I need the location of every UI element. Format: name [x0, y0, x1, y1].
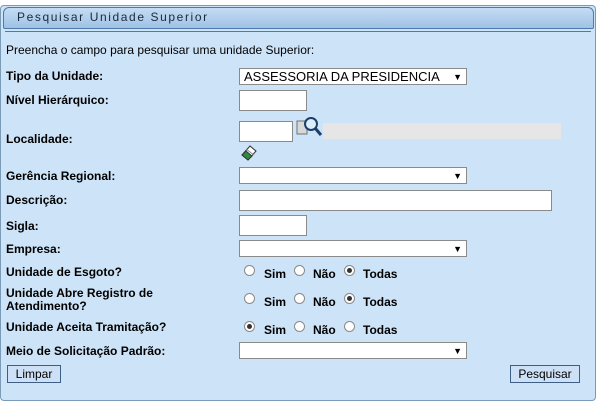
nivel-hierarquico-label: Nível Hierárquico: — [6, 93, 109, 107]
tramitacao-nao-label: Não — [313, 323, 336, 337]
esgoto-label: Unidade de Esgoto? — [6, 265, 123, 279]
localidade-label: Localidade: — [6, 132, 73, 146]
limpar-button[interactable]: Limpar — [7, 365, 61, 383]
esgoto-nao-label: Não — [313, 267, 336, 281]
registro-sim-label: Sim — [264, 295, 287, 309]
title-divider — [5, 31, 591, 32]
localidade-description — [323, 123, 561, 139]
chevron-down-icon: ▼ — [453, 171, 462, 181]
esgoto-todas-label: Todas — [363, 267, 398, 281]
localidade-input[interactable] — [239, 121, 293, 142]
gerencia-regional-label: Gerência Regional: — [6, 169, 116, 183]
tipo-unidade-value: ASSESSORIA DA PRESIDENCIA — [244, 69, 440, 84]
meio-solicitacao-label: Meio de Solicitação Padrão: — [6, 344, 166, 358]
empresa-label: Empresa: — [6, 242, 61, 256]
tramitacao-sim-label: Sim — [264, 323, 287, 337]
intro-text: Preencha o campo para pesquisar uma unid… — [6, 43, 315, 57]
registro-nao-radio[interactable] — [294, 293, 305, 304]
registro-sim-radio[interactable] — [244, 293, 255, 304]
sigla-input[interactable] — [239, 215, 307, 236]
descricao-label: Descrição: — [6, 193, 68, 207]
magnifier-icon[interactable] — [296, 116, 323, 138]
eraser-icon[interactable] — [240, 143, 258, 161]
pesquisar-button[interactable]: Pesquisar — [510, 365, 580, 383]
tramitacao-nao-radio[interactable] — [294, 321, 305, 332]
panel-title: Pesquisar Unidade Superior — [17, 10, 209, 24]
esgoto-sim-radio[interactable] — [244, 265, 255, 276]
esgoto-nao-radio[interactable] — [294, 265, 305, 276]
chevron-down-icon: ▼ — [453, 244, 462, 254]
panel-title-bar: Pesquisar Unidade Superior — [3, 7, 594, 33]
tipo-unidade-select[interactable]: ASSESSORIA DA PRESIDENCIA ▼ — [239, 68, 467, 85]
tramitacao-label: Unidade Aceita Tramitação? — [6, 320, 167, 334]
gerencia-regional-select[interactable]: ▼ — [239, 167, 467, 184]
registro-label-line1: Unidade Abre Registro de — [6, 286, 153, 300]
registro-nao-label: Não — [313, 295, 336, 309]
chevron-down-icon: ▼ — [453, 346, 462, 356]
tipo-unidade-label: Tipo da Unidade: — [6, 69, 104, 83]
chevron-down-icon: ▼ — [453, 72, 462, 82]
descricao-input[interactable] — [239, 190, 552, 211]
registro-todas-label: Todas — [363, 295, 398, 309]
sigla-label: Sigla: — [6, 219, 39, 233]
tramitacao-todas-radio[interactable] — [344, 321, 355, 332]
esgoto-sim-label: Sim — [264, 267, 287, 281]
nivel-hierarquico-input[interactable] — [239, 90, 307, 111]
registro-todas-radio[interactable] — [344, 293, 355, 304]
esgoto-todas-radio[interactable] — [344, 265, 355, 276]
registro-label-line2: Atendimento? — [6, 299, 87, 313]
meio-solicitacao-select[interactable]: ▼ — [239, 342, 467, 359]
tramitacao-todas-label: Todas — [363, 323, 398, 337]
empresa-select[interactable]: ▼ — [239, 240, 467, 257]
tramitacao-sim-radio[interactable] — [244, 321, 255, 332]
